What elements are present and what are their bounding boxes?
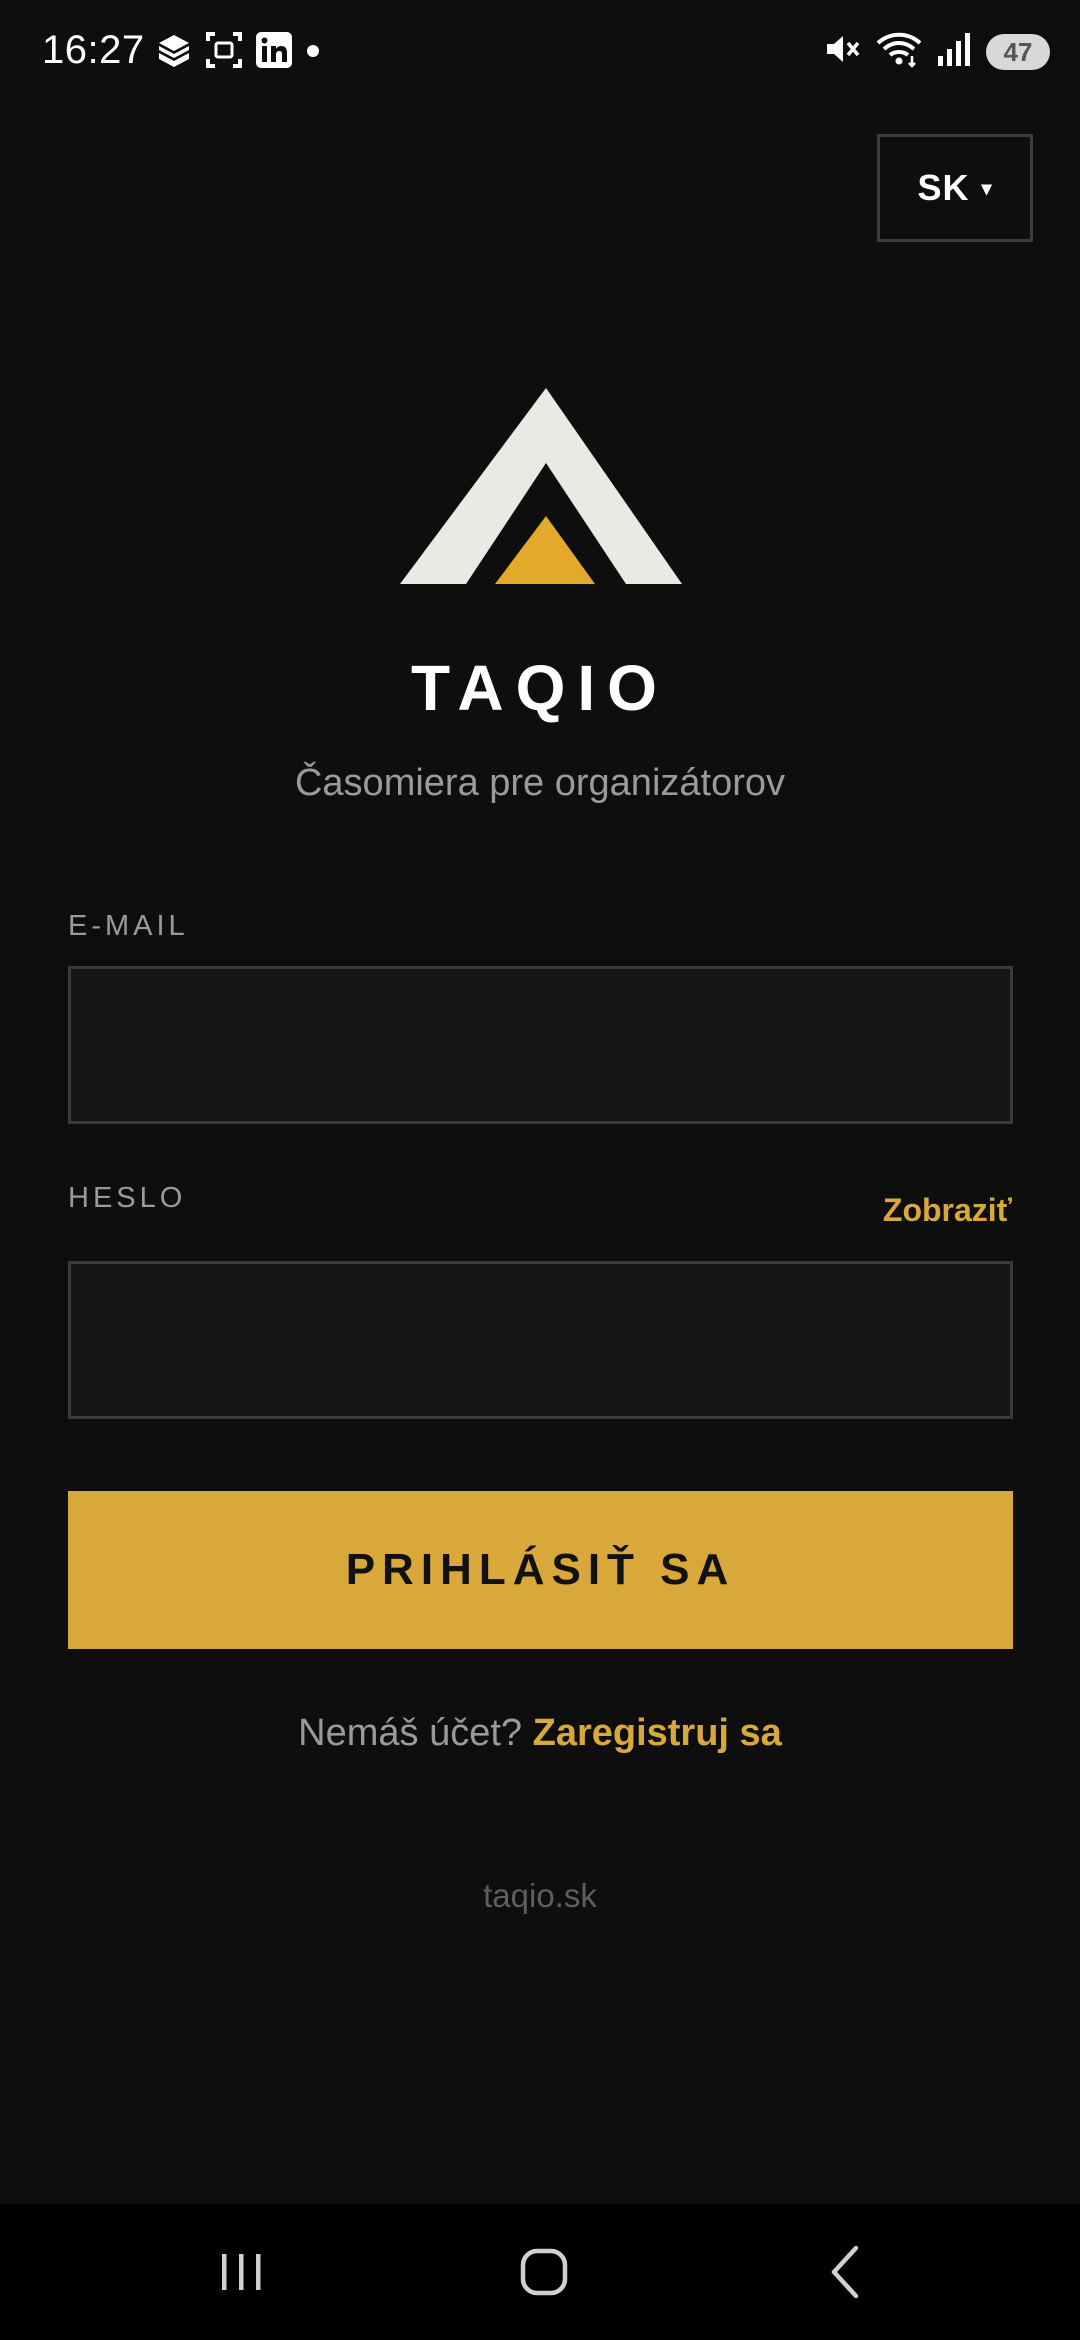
language-selected: SK — [917, 167, 970, 208]
login-button[interactable]: PRIHLÁSIŤ SA — [68, 1491, 1013, 1649]
notification-icons — [155, 31, 333, 74]
register-link[interactable]: Zaregistruj sa — [533, 1712, 782, 1754]
email-label: E-MAIL — [68, 910, 189, 942]
email-field[interactable] — [68, 966, 1013, 1124]
footer-url[interactable]: taqio.sk — [0, 1874, 1080, 1918]
dot-icon — [305, 31, 321, 74]
signal-icon — [936, 30, 972, 73]
wifi-icon — [876, 30, 922, 73]
screenshot-icon — [205, 31, 243, 74]
navigation-bar — [0, 2204, 1080, 2340]
login-screen: 16:27 47 SK ▾ TAQIO Časomiera pre organi… — [0, 0, 1080, 2340]
status-bar: 16:27 47 — [0, 0, 1080, 100]
taqio-logo — [400, 388, 682, 584]
show-password-toggle[interactable]: Zobraziť — [883, 1190, 1012, 1230]
password-field[interactable] — [68, 1261, 1013, 1419]
register-row: Nemáš účet? Zaregistruj sa — [0, 1707, 1080, 1759]
tagline: Časomiera pre organizátorov — [294, 762, 785, 804]
register-prompt: Nemáš účet? — [298, 1712, 523, 1754]
recents-icon[interactable] — [202, 2240, 282, 2304]
status-time: 16:27 — [42, 28, 145, 72]
battery-icon: 47 — [986, 33, 1050, 70]
system-icons: 47 — [810, 30, 1050, 73]
language-selector[interactable]: SK ▾ — [877, 134, 1033, 242]
home-icon[interactable] — [504, 2240, 584, 2304]
mute-icon — [824, 30, 862, 73]
back-icon[interactable] — [806, 2240, 886, 2304]
brand-name: TAQIO — [411, 652, 669, 724]
chevron-down-icon: ▾ — [981, 177, 993, 200]
password-label: HESLO — [68, 1182, 187, 1214]
stack-icon — [155, 31, 193, 74]
linkedin-icon — [255, 31, 293, 74]
